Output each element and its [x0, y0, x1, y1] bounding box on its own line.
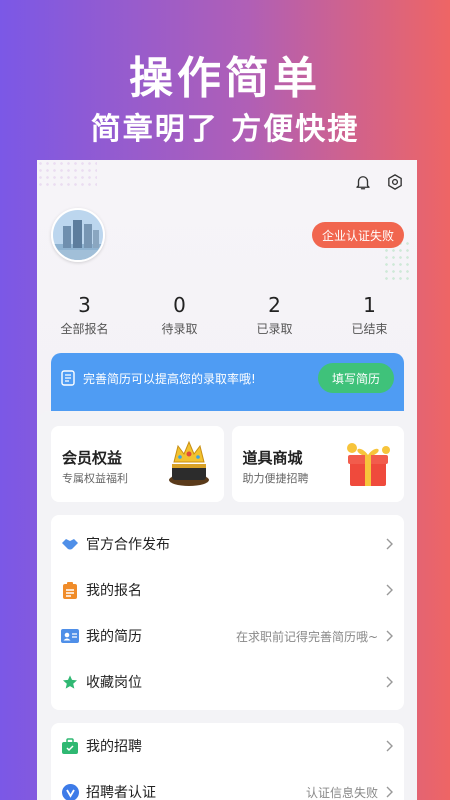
menu-item-my-resume[interactable]: 我的简历 在求职前记得完善简历哦~ [51, 613, 404, 659]
gift-box-icon [347, 443, 390, 486]
card-subtitle: 专属权益福利 [62, 472, 128, 485]
chevron-right-icon [386, 786, 393, 798]
stat-value: 1 [363, 293, 376, 317]
certification-status-badge[interactable]: 企业认证失败 [311, 222, 404, 248]
stat-label: 全部报名 [60, 322, 109, 336]
star-icon [61, 673, 79, 691]
top-toolbar [353, 172, 405, 192]
handshake-icon [61, 535, 79, 553]
menu-item-official-cooperation[interactable]: 官方合作发布 [51, 521, 404, 567]
stat-label: 已结束 [351, 322, 388, 336]
menu-label: 我的招聘 [86, 739, 142, 755]
application-stats: 3 全部报名 0 待录取 2 已录取 1 已结束 [37, 294, 417, 337]
stat-value: 3 [78, 293, 91, 317]
card-title: 道具商城 [242, 449, 303, 467]
chevron-right-icon [386, 630, 393, 642]
promo-title: 操作简单 [129, 53, 321, 104]
briefcase-icon [61, 737, 79, 755]
stat-all-applications[interactable]: 3 全部报名 [37, 294, 132, 337]
stat-admitted[interactable]: 2 已录取 [227, 294, 322, 337]
crown-icon [168, 440, 209, 486]
feature-cards: 会员权益 专属权益福利 道具商城 助力便捷招聘 [51, 426, 404, 502]
id-card-icon [61, 627, 79, 645]
card-title: 会员权益 [62, 449, 123, 467]
verified-icon [61, 783, 79, 800]
menu-group-recruiting: 我的招聘 招聘者认证 认证信息失败 [51, 723, 404, 800]
menu-label: 招聘者认证 [86, 785, 156, 800]
chevron-right-icon [386, 740, 393, 752]
menu-label: 我的简历 [86, 629, 142, 645]
chevron-right-icon [386, 538, 393, 550]
card-subtitle: 助力便捷招聘 [242, 472, 309, 485]
menu-label: 收藏岗位 [86, 675, 142, 691]
stat-label: 已录取 [256, 322, 293, 336]
promo-subtitle: 简章明了 方便快捷 [90, 112, 360, 147]
stat-value: 0 [173, 293, 186, 317]
menu-item-saved-positions[interactable]: 收藏岗位 [51, 659, 404, 705]
resume-notice-banner: 完善简历可以提高您的录取率哦! 填写简历 [51, 353, 404, 415]
stat-label: 待录取 [161, 322, 198, 336]
menu-item-my-recruitment[interactable]: 我的招聘 [51, 723, 404, 769]
decorative-dots [37, 160, 97, 190]
menu-label: 我的报名 [86, 583, 142, 599]
item-store-card[interactable]: 道具商城 助力便捷招聘 [231, 426, 404, 502]
menu-label: 官方合作发布 [86, 537, 170, 553]
menu-hint: 认证信息失败 [305, 785, 378, 800]
notice-text: 完善简历可以提高您的录取率哦! [83, 371, 256, 386]
chevron-right-icon [386, 676, 393, 688]
avatar[interactable] [51, 208, 105, 262]
stat-pending[interactable]: 0 待录取 [132, 294, 227, 337]
chevron-right-icon [386, 584, 393, 596]
menu-item-recruiter-verification[interactable]: 招聘者认证 认证信息失败 [51, 769, 404, 800]
menu-group-main: 官方合作发布 我的报名 我的简历 在求职前记得完善简历哦~ 收藏岗位 [51, 515, 404, 710]
phone-screen: 企业认证失败 3 全部报名 0 待录取 2 已录取 1 已结束 完善简历可以提高… [37, 160, 417, 800]
membership-card[interactable]: 会员权益 专属权益福利 [51, 426, 224, 502]
menu-hint: 在求职前记得完善简历哦~ [235, 629, 378, 644]
clipboard-icon [61, 581, 79, 599]
settings-icon[interactable] [385, 172, 405, 192]
stat-finished[interactable]: 1 已结束 [322, 294, 417, 337]
stat-value: 2 [268, 293, 281, 317]
fill-resume-button[interactable]: 填写简历 [317, 363, 394, 393]
menu-item-my-applications[interactable]: 我的报名 [51, 567, 404, 613]
bell-icon[interactable] [353, 172, 373, 192]
document-icon [61, 370, 75, 386]
